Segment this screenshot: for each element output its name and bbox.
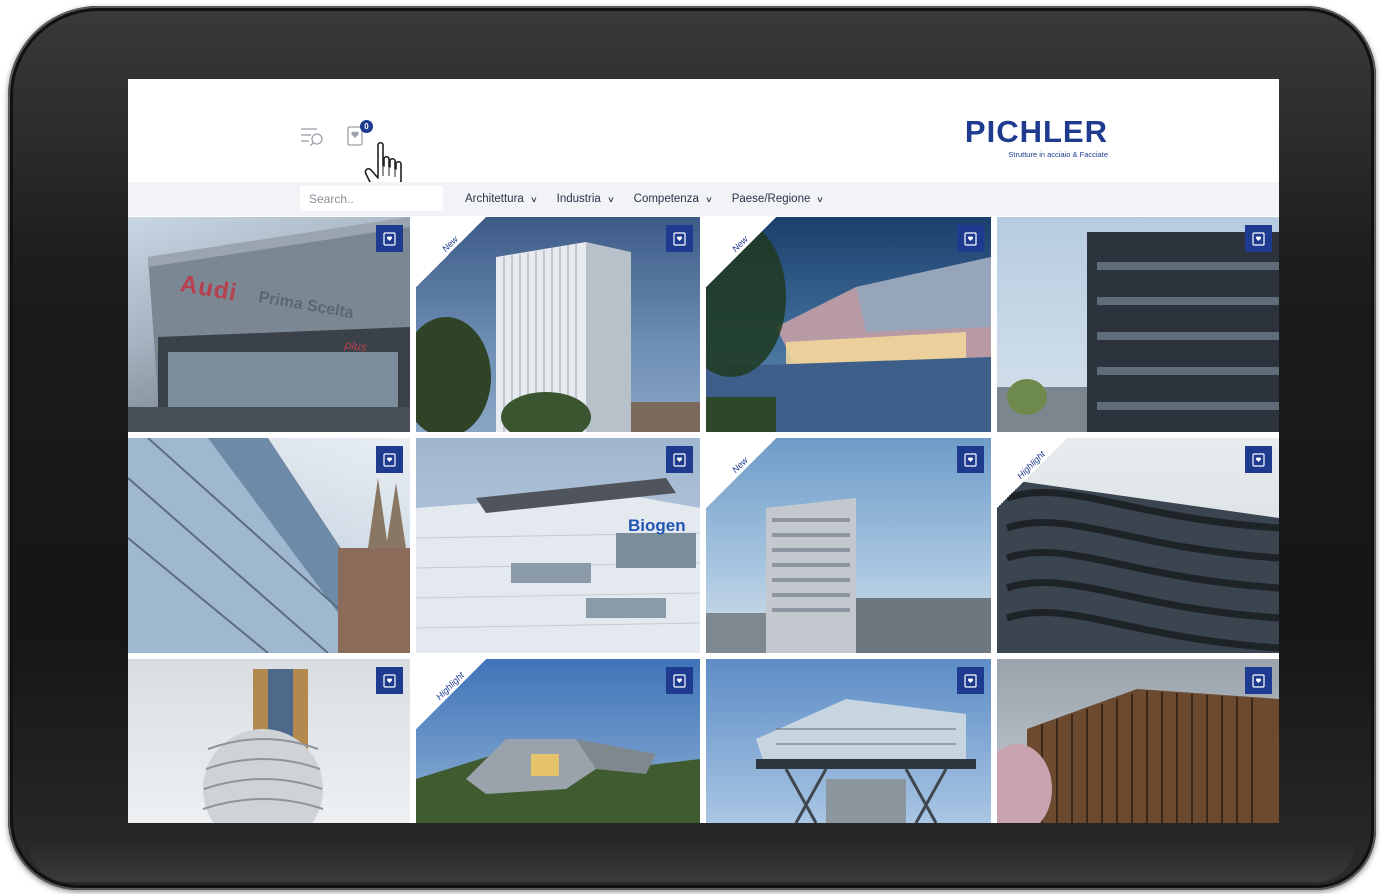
badge-label: New <box>440 234 460 254</box>
add-to-wishlist-button[interactable] <box>957 446 984 473</box>
badge-label: Highlight <box>434 670 466 702</box>
nav-item-label: Paese/Regione <box>731 193 811 205</box>
nav-item-paese-regione[interactable]: Paese/Regione ∨ <box>732 193 824 205</box>
bookmark-heart-icon <box>673 452 686 467</box>
nav-item-label: Architettura <box>465 193 524 205</box>
add-to-wishlist-button[interactable] <box>376 446 403 473</box>
logo-text: PICHLER <box>964 114 1108 149</box>
add-to-wishlist-button[interactable] <box>957 225 984 252</box>
bookmark-heart-icon <box>1252 452 1265 467</box>
add-to-wishlist-button[interactable] <box>1245 446 1272 473</box>
bookmark-heart-icon <box>1252 673 1265 688</box>
logo-tagline: Strutture in acciaio & Facciate <box>1008 150 1108 159</box>
project-grid: Audi Prima Scelta plus New New Biogen Ne… <box>128 217 1279 823</box>
tile-text-plus: plus <box>344 337 368 355</box>
project-card[interactable]: Highlight <box>997 438 1279 653</box>
tile-text-biogen: Biogen <box>628 516 686 535</box>
bookmark-heart-icon <box>673 673 686 688</box>
project-card[interactable] <box>997 659 1279 823</box>
bookmark-heart-icon <box>964 452 977 467</box>
add-to-wishlist-button[interactable] <box>666 446 693 473</box>
browser-viewport: 0 PICHLER Strutture in acciaio & Facciat… <box>128 79 1279 823</box>
badge-ribbon: New <box>706 217 776 287</box>
add-to-wishlist-button[interactable] <box>666 225 693 252</box>
project-card[interactable]: New <box>416 217 700 432</box>
chevron-down-icon: ∨ <box>529 194 538 204</box>
nav-item-competenza[interactable]: Competenza ∨ <box>633 193 713 205</box>
chevron-down-icon: ∨ <box>606 194 615 204</box>
add-to-wishlist-button[interactable] <box>376 225 403 252</box>
project-image-art <box>202 669 324 823</box>
bookmark-heart-icon <box>383 673 396 688</box>
nav-item-architettura[interactable]: Architettura ∨ <box>465 193 538 205</box>
pichler-logo[interactable]: PICHLER Strutture in acciaio & Facciate <box>958 114 1108 160</box>
project-image-art <box>756 699 976 823</box>
filter-nav-bar: Architettura ∨ Industria ∨ Competenza ∨ … <box>128 182 1279 216</box>
badge-ribbon: Highlight <box>416 659 486 729</box>
bookmark-heart-icon <box>383 452 396 467</box>
project-image-art <box>997 232 1279 432</box>
project-image-art <box>416 478 700 653</box>
menu-search-icon[interactable] <box>300 126 326 148</box>
wishlist-count-badge: 0 <box>360 120 373 133</box>
project-card[interactable] <box>128 438 410 653</box>
project-card[interactable]: Audi Prima Scelta plus <box>128 217 410 432</box>
site-header: 0 PICHLER Strutture in acciaio & Facciat… <box>128 79 1279 197</box>
badge-label: New <box>730 455 750 475</box>
project-card[interactable]: New <box>706 438 991 653</box>
chevron-down-icon: ∨ <box>816 194 825 204</box>
add-to-wishlist-button[interactable] <box>376 667 403 694</box>
add-to-wishlist-button[interactable] <box>1245 225 1272 252</box>
badge-ribbon: Highlight <box>997 438 1067 508</box>
add-to-wishlist-button[interactable] <box>1245 667 1272 694</box>
chevron-down-icon: ∨ <box>704 194 713 204</box>
bookmark-heart-icon <box>383 231 396 246</box>
badge-ribbon: New <box>706 438 776 508</box>
bookmark-heart-icon <box>964 673 977 688</box>
search-input[interactable] <box>300 186 443 211</box>
add-to-wishlist-button[interactable] <box>957 667 984 694</box>
badge-label: Highlight <box>1015 449 1047 481</box>
project-card[interactable]: Highlight <box>416 659 700 823</box>
bookmark-heart-icon <box>1252 231 1265 246</box>
badge-label: New <box>730 234 750 254</box>
project-card[interactable] <box>997 217 1279 432</box>
bookmark-heart-icon <box>673 231 686 246</box>
nav-item-label: Competenza <box>633 193 699 205</box>
project-card[interactable]: Biogen <box>416 438 700 653</box>
badge-ribbon: New <box>416 217 486 287</box>
project-card[interactable] <box>128 659 410 823</box>
nav-item-label: Industria <box>556 193 601 205</box>
project-image-art <box>128 217 410 432</box>
bookmark-heart-icon <box>964 231 977 246</box>
nav-item-industria[interactable]: Industria ∨ <box>556 193 615 205</box>
project-card[interactable] <box>706 659 991 823</box>
nav-menu: Architettura ∨ Industria ∨ Competenza ∨ … <box>465 182 843 216</box>
project-image-art <box>997 689 1279 823</box>
add-to-wishlist-button[interactable] <box>666 667 693 694</box>
project-image-art <box>128 438 410 653</box>
project-card[interactable]: New <box>706 217 991 432</box>
